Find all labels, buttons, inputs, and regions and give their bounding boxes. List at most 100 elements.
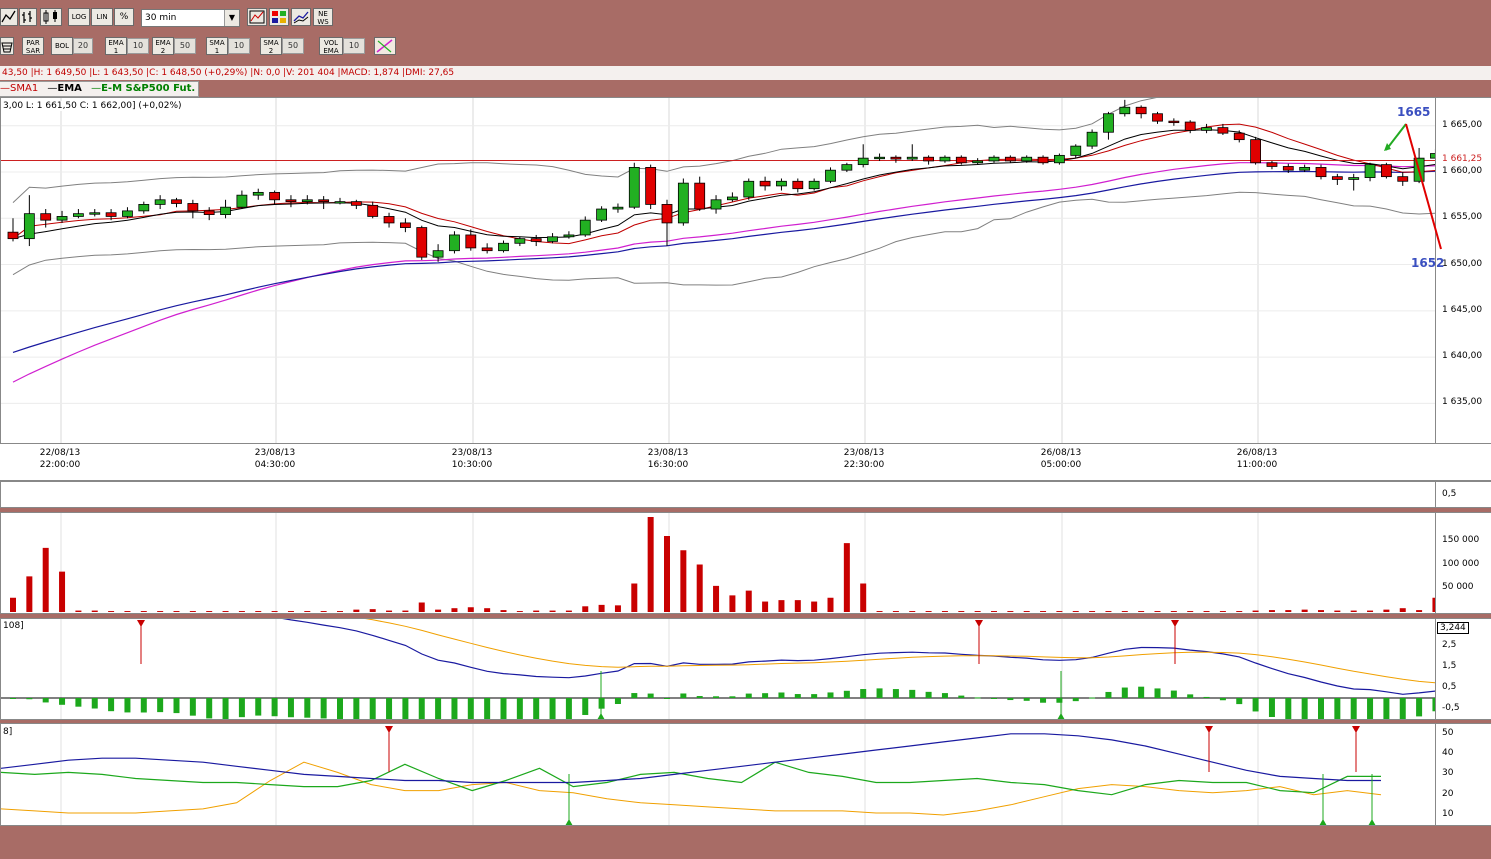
macd-histogram-bar [1416,698,1423,717]
candle-body [1315,167,1327,178]
macd-histogram-bar [1121,687,1128,698]
indicator-list-button[interactable] [0,37,14,55]
instrument-legend-label: E-M S&P500 Fut. [101,83,196,94]
candle-body [1217,127,1229,134]
macd-histogram-bar [1219,698,1226,701]
bollinger-period-value[interactable]: 20 [73,38,93,54]
volume-ema-button[interactable]: VOL EMA [319,37,343,55]
price-chart-panel[interactable]: 3,00 L: 1 661,50 C: 1 662,00] (+0,02%) [0,97,1436,444]
sell-signal-icon [975,620,983,627]
empty-indicator-panel[interactable] [0,481,1436,508]
sma-legend-label: SMA1 [10,83,39,94]
line-chart-button[interactable] [0,8,18,26]
volume-bar [941,611,948,612]
parsar-button[interactable]: PAR SAR [22,37,44,55]
macd-histogram-bar [598,698,605,709]
candle-body [383,216,395,224]
chart-settings-button[interactable] [247,8,267,26]
volume-canvas[interactable] [1,513,1436,614]
volume-bar [287,611,294,612]
news-button[interactable]: NE WS [313,8,333,26]
candle-body [841,164,853,171]
candle [1037,155,1049,165]
dmi-axis: 50 40 30 20 10 [1436,723,1491,826]
macd-panel[interactable]: 108] [0,618,1436,720]
candle [449,231,460,254]
candle [350,199,362,210]
candle-body [808,180,820,190]
colors-button[interactable] [269,8,289,26]
date-text: 23/08/13 [647,448,689,458]
volume-axis-tick: 150 000 [1442,534,1480,545]
date-axis-label: 22/08/13 22:00:00 [25,447,95,471]
dmi-canvas[interactable] [1,724,1436,826]
trend-tool-button[interactable] [374,37,396,55]
sma2-button[interactable]: SMA 2 [260,37,282,55]
ema1-button[interactable]: EMA 1 [105,37,127,55]
macd-histogram-bar [1089,697,1096,699]
candle-chart-button[interactable] [40,8,62,26]
macd-canvas[interactable] [1,619,1436,720]
macd-histogram-bar [941,693,948,698]
ema-legend-swatch: — [47,83,58,94]
date-axis-label: 23/08/13 22:30:00 [829,447,899,471]
candle [1315,164,1327,180]
log-scale-button[interactable]: LOG [68,8,90,26]
volume-bar [876,611,883,612]
bollinger-button[interactable]: BOL [51,37,73,55]
candle [236,190,248,210]
date-axis: 22/08/13 22:00:00 23/08/13 04:30:00 23/08/13… [0,444,1491,481]
volume-bar [386,610,393,612]
candle [972,158,984,165]
sma2-period-value[interactable]: 50 [282,38,304,54]
volume-bar [435,609,442,612]
bollinger-upper-line [12,98,1157,203]
quote-info-line: 43,50 |H: 1 649,50 |L: 1 643,50 |C: 1 64… [0,66,1491,80]
time-text: 05:00:00 [1040,460,1082,470]
macd-histogram-bar [1154,688,1161,698]
volume-bar [42,547,49,612]
volume-bar [1089,611,1096,612]
sma-long-line [12,162,1435,383]
timeframe-select[interactable]: 30 min ▼ [141,9,240,27]
candle-body [1381,164,1392,178]
candle [808,178,820,191]
chevron-down-icon[interactable]: ▼ [224,10,239,26]
candle [874,153,885,161]
candle [710,195,722,214]
volume-bar [1056,611,1063,612]
ema2-period-value[interactable]: 50 [174,38,196,54]
date-axis-label: 23/08/13 04:30:00 [240,447,310,471]
percent-scale-button[interactable]: % [114,8,134,26]
macd-histogram-bar [255,698,262,716]
candle [89,209,101,217]
time-text: 04:30:00 [254,460,296,470]
macd-axis-tick: 0,5 [1442,681,1457,692]
axis-tick: 0,5 [1442,489,1457,499]
price-axis: 1 665,00 1 660,00 1 655,00 1 650,00 1 645,00… [1436,97,1491,444]
volume-panel[interactable] [0,512,1436,614]
candle-body [105,212,117,217]
candle [285,195,297,208]
candle-body [1201,127,1212,131]
sma1-period-value[interactable]: 10 [228,38,250,54]
basket-icon [1,42,13,53]
macd-histogram-bar [353,698,360,719]
price-chart-canvas[interactable] [1,98,1436,444]
candle [694,176,706,211]
linear-scale-button[interactable]: LIN [91,8,113,26]
empty-indicator-axis: 0,5 [1436,481,1491,508]
compare-button[interactable] [291,8,311,26]
macd-histogram-bar [1203,696,1210,698]
sma1-button[interactable]: SMA 1 [206,37,228,55]
dmi-panel[interactable]: 8] [0,723,1436,826]
macd-histogram-bar [222,698,229,719]
macd-histogram-bar [157,698,164,713]
bar-chart-button[interactable] [19,8,37,26]
volume-bar [402,610,409,612]
price-axis-tick: 1 640,00 [1442,351,1483,362]
ema2-button[interactable]: EMA 2 [152,37,174,55]
ohlc-bars-icon [22,11,32,23]
ema1-period-value[interactable]: 10 [127,38,149,54]
volume-ema-period-value[interactable]: 10 [343,38,365,54]
